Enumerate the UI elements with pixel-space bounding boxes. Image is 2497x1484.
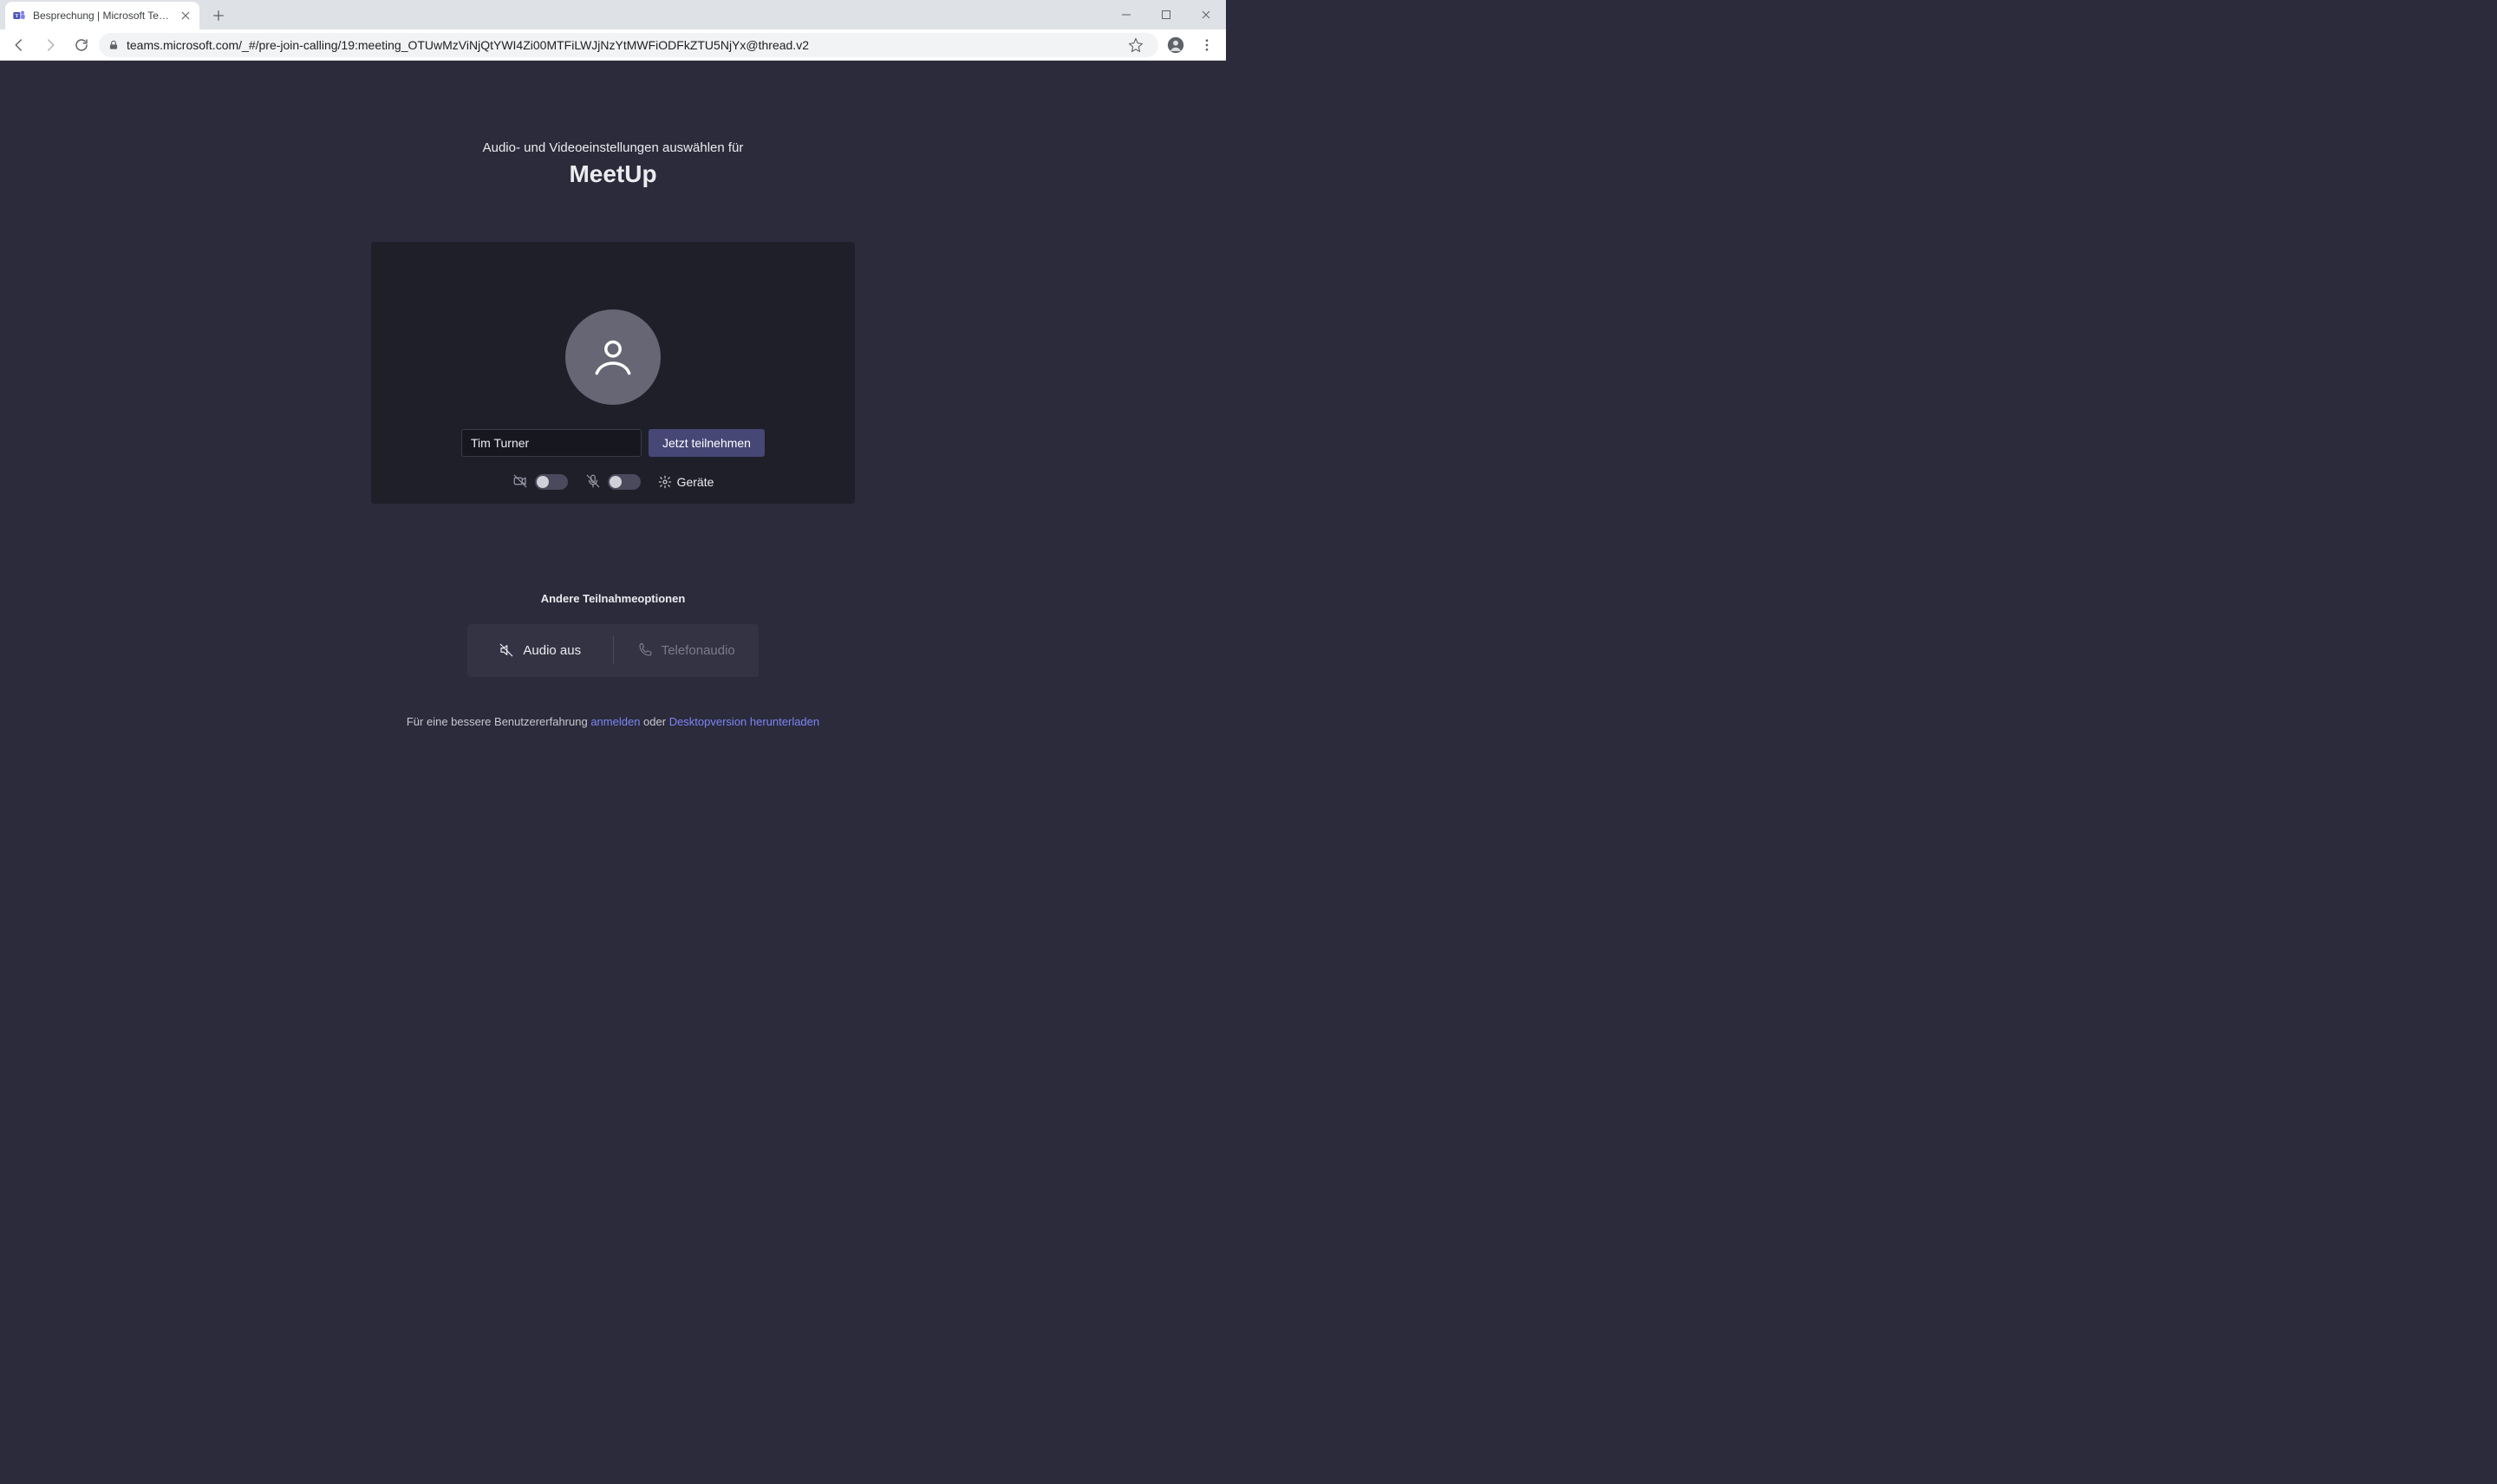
camera-off-icon bbox=[512, 473, 528, 491]
footer-text: Für eine bessere Benutzererfahrung anmel… bbox=[407, 715, 819, 728]
devices-label: Geräte bbox=[677, 475, 714, 489]
audio-off-option[interactable]: Audio aus bbox=[467, 624, 613, 677]
devices-button[interactable]: Geräte bbox=[658, 475, 714, 489]
phone-audio-label: Telefonaudio bbox=[662, 643, 735, 658]
minimize-icon bbox=[1121, 10, 1131, 20]
lock-icon bbox=[108, 39, 120, 51]
video-preview-card: Jetzt teilnehmen Geräte bbox=[371, 242, 855, 504]
reload-icon bbox=[74, 37, 89, 53]
login-link[interactable]: anmelden bbox=[590, 715, 640, 728]
svg-text:T: T bbox=[15, 14, 18, 19]
close-icon bbox=[1201, 10, 1211, 20]
user-circle-icon bbox=[1166, 36, 1185, 55]
window-controls bbox=[1106, 0, 1226, 29]
close-icon bbox=[180, 10, 191, 21]
arrow-right-icon bbox=[42, 37, 58, 53]
footer-prefix: Für eine bessere Benutzererfahrung bbox=[407, 715, 590, 728]
profile-button[interactable] bbox=[1162, 31, 1190, 59]
download-desktop-link[interactable]: Desktopversion herunterladen bbox=[669, 715, 819, 728]
join-row: Jetzt teilnehmen bbox=[461, 429, 765, 457]
join-now-button[interactable]: Jetzt teilnehmen bbox=[649, 429, 765, 457]
other-options-bar: Audio aus Telefonaudio bbox=[467, 624, 759, 677]
tab-strip: T Besprechung | Microsoft Teams bbox=[0, 0, 1226, 29]
plus-icon bbox=[212, 10, 225, 22]
phone-audio-option: Telefonaudio bbox=[614, 624, 760, 677]
nav-reload-button[interactable] bbox=[68, 31, 95, 59]
speaker-off-icon bbox=[499, 642, 514, 658]
address-bar[interactable]: teams.microsoft.com/_#/pre-join-calling/… bbox=[99, 33, 1158, 57]
audio-off-label: Audio aus bbox=[523, 643, 581, 658]
prejoin-stage: Audio- und Videoeinstellungen auswählen … bbox=[0, 61, 1226, 728]
device-controls-row: Geräte bbox=[371, 473, 855, 491]
new-tab-button[interactable] bbox=[206, 3, 231, 28]
avatar-placeholder bbox=[565, 309, 661, 405]
teams-favicon-icon: T bbox=[12, 9, 26, 23]
bookmark-button[interactable] bbox=[1122, 37, 1150, 53]
gear-icon bbox=[658, 475, 672, 489]
heading-subtitle: Audio- und Videoeinstellungen auswählen … bbox=[483, 140, 744, 155]
camera-control bbox=[512, 473, 568, 491]
chrome-menu-button[interactable] bbox=[1193, 31, 1221, 59]
mic-control bbox=[585, 473, 641, 491]
address-url: teams.microsoft.com/_#/pre-join-calling/… bbox=[127, 38, 1115, 52]
camera-toggle[interactable] bbox=[535, 474, 568, 490]
nav-forward-button[interactable] bbox=[36, 31, 64, 59]
window-minimize-button[interactable] bbox=[1106, 0, 1146, 29]
tab-close-button[interactable] bbox=[179, 9, 192, 23]
star-icon bbox=[1128, 37, 1144, 53]
heading-title: MeetUp bbox=[569, 160, 656, 188]
mic-toggle[interactable] bbox=[608, 474, 641, 490]
maximize-icon bbox=[1161, 10, 1171, 20]
browser-chrome: T Besprechung | Microsoft Teams bbox=[0, 0, 1226, 61]
nav-back-button[interactable] bbox=[5, 31, 33, 59]
browser-tab[interactable]: T Besprechung | Microsoft Teams bbox=[5, 2, 199, 29]
user-avatar-icon bbox=[589, 333, 637, 381]
name-input[interactable] bbox=[461, 429, 642, 457]
other-options-title: Andere Teilnahmeoptionen bbox=[541, 592, 686, 605]
arrow-left-icon bbox=[11, 37, 27, 53]
address-toolbar: teams.microsoft.com/_#/pre-join-calling/… bbox=[0, 29, 1226, 61]
window-maximize-button[interactable] bbox=[1146, 0, 1186, 29]
phone-icon bbox=[637, 642, 653, 658]
footer-middle: oder bbox=[640, 715, 668, 728]
mic-off-icon bbox=[585, 473, 601, 491]
window-close-button[interactable] bbox=[1186, 0, 1226, 29]
kebab-icon bbox=[1199, 37, 1215, 53]
tab-title: Besprechung | Microsoft Teams bbox=[33, 10, 172, 22]
